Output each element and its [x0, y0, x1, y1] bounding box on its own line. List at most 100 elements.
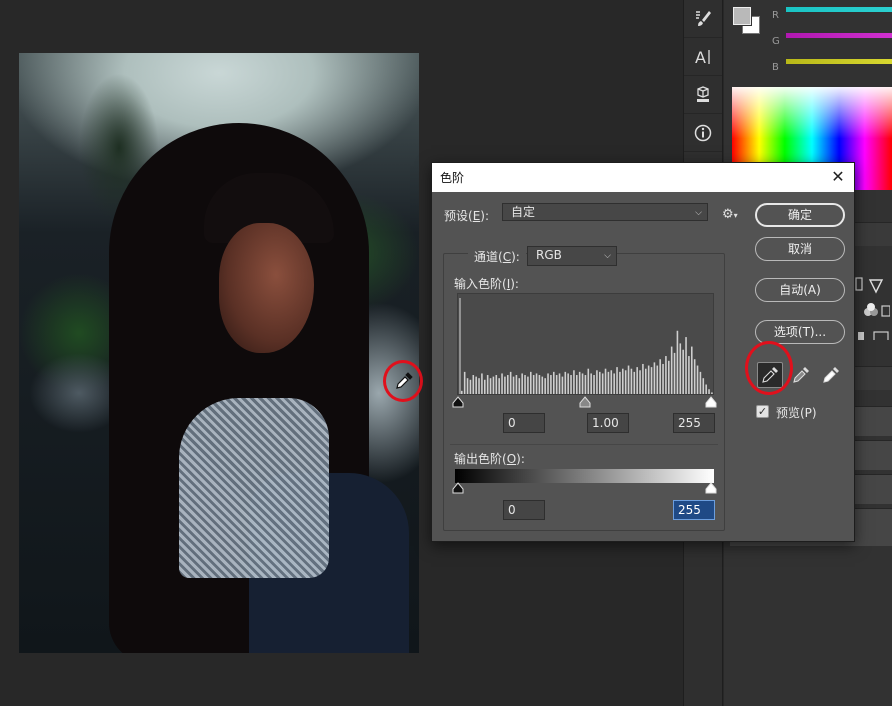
histogram-bar [636, 367, 638, 394]
histogram-bar [521, 373, 523, 394]
histogram-bar [627, 365, 630, 394]
eyedropper-highlight-circle [745, 341, 793, 395]
histogram-bar [711, 392, 713, 394]
histogram-bar [484, 379, 486, 394]
input-shadow-field[interactable]: 0 [503, 413, 545, 433]
gear-icon[interactable]: ⚙▾ [722, 207, 738, 222]
histogram-bar [481, 373, 483, 394]
svg-text:A: A [695, 48, 706, 67]
green-slider[interactable] [786, 33, 892, 38]
brush-settings-icon[interactable] [684, 0, 722, 38]
output-highlight-field[interactable]: 255 [673, 500, 715, 520]
histogram-bar [590, 373, 592, 394]
input-shadow-handle [452, 396, 464, 408]
channel-label: 通道(C): [468, 248, 526, 265]
output-highlight-handle [705, 482, 717, 494]
photo-lace-shirt [179, 398, 329, 578]
histogram-bar [509, 371, 512, 394]
auto-button[interactable]: 自动(A) [755, 278, 845, 302]
3d-icon[interactable] [684, 76, 722, 114]
histogram-bar [647, 365, 650, 394]
foreground-color-swatch[interactable] [732, 6, 752, 26]
histogram-bar [555, 375, 558, 394]
histogram-bar [492, 376, 495, 394]
histogram-bar [607, 371, 610, 394]
histogram-bar [486, 375, 489, 394]
green-slider-label: G [772, 36, 780, 47]
dialog-titlebar[interactable]: 色阶 [432, 163, 854, 192]
histogram-bar [541, 376, 544, 394]
ok-button[interactable]: 确定 [755, 203, 845, 227]
histogram-bar [512, 376, 515, 394]
histogram-bar [466, 378, 469, 394]
output-levels-slider[interactable] [452, 481, 720, 495]
blue-slider-label: B [772, 62, 779, 73]
histogram-bar [564, 371, 567, 394]
histogram-bar [702, 378, 705, 394]
preset-value: 自定 [511, 205, 536, 219]
histogram-bar [535, 373, 538, 394]
histogram-bar [489, 378, 492, 394]
histogram-bar [653, 362, 656, 394]
character-icon[interactable]: A [684, 38, 722, 76]
histogram-bar [622, 368, 624, 394]
histogram-bar [530, 371, 532, 394]
histogram-bar [532, 375, 535, 394]
histogram-bar [558, 373, 561, 394]
chevron-down-icon: ⌵ [604, 251, 611, 261]
histogram-bar [573, 370, 575, 394]
histogram-bar [475, 376, 477, 394]
dialog-title: 色阶 [440, 171, 465, 185]
info-icon[interactable] [684, 114, 722, 152]
histogram-bar [538, 375, 541, 394]
histogram-bar [599, 371, 601, 394]
input-levels-slider[interactable] [452, 395, 720, 409]
histogram-bar [461, 390, 463, 394]
histogram-bar [581, 373, 584, 394]
histogram-bar [619, 371, 621, 394]
histogram-bar [610, 370, 613, 394]
histogram-bar [691, 346, 693, 394]
histogram-bar [527, 376, 529, 394]
blue-slider[interactable] [786, 59, 892, 64]
histogram-bar [685, 337, 687, 394]
histogram-bar [673, 352, 676, 394]
close-icon[interactable]: ✕ [830, 169, 846, 185]
histogram-bar [469, 379, 472, 394]
section-divider [450, 444, 718, 445]
input-midtone-field[interactable]: 1.00 [587, 413, 629, 433]
histogram-bar [624, 370, 627, 394]
histogram-bar [593, 375, 595, 394]
input-midtone-handle [579, 396, 591, 408]
histogram-bar [596, 370, 598, 394]
histogram-bar [633, 371, 636, 394]
histogram-bar [504, 376, 506, 394]
histogram-bar [578, 371, 581, 394]
histogram-bar [604, 368, 607, 394]
histogram-bar [472, 375, 475, 394]
input-highlight-field[interactable]: 255 [673, 413, 715, 433]
preview-checkbox[interactable]: ✓ [756, 405, 769, 418]
histogram-bar [650, 367, 653, 394]
histogram-graph [459, 298, 713, 394]
output-shadow-field[interactable]: 0 [503, 500, 545, 520]
histogram-bar [478, 378, 480, 394]
eyedropper-cursor-icon [396, 372, 413, 389]
histogram-bar [705, 384, 707, 394]
preset-dropdown[interactable]: 自定 ⌵ [502, 203, 708, 221]
output-shadow-handle [452, 482, 464, 494]
channel-value: RGB [536, 248, 562, 262]
cancel-button[interactable]: 取消 [755, 237, 845, 261]
photo-image[interactable] [19, 53, 419, 653]
preview-label: 预览(P) [776, 406, 817, 420]
white-point-eyedropper-button[interactable] [818, 362, 844, 388]
channel-dropdown[interactable]: RGB ⌵ [527, 246, 617, 266]
histogram-bar [696, 365, 699, 394]
histogram-bar [553, 371, 555, 394]
red-slider[interactable] [786, 7, 892, 12]
histogram-bar [639, 370, 641, 394]
histogram-bar [576, 375, 578, 394]
histogram-bar [699, 371, 702, 394]
histogram-bar [656, 365, 659, 394]
histogram-bar [693, 359, 696, 394]
